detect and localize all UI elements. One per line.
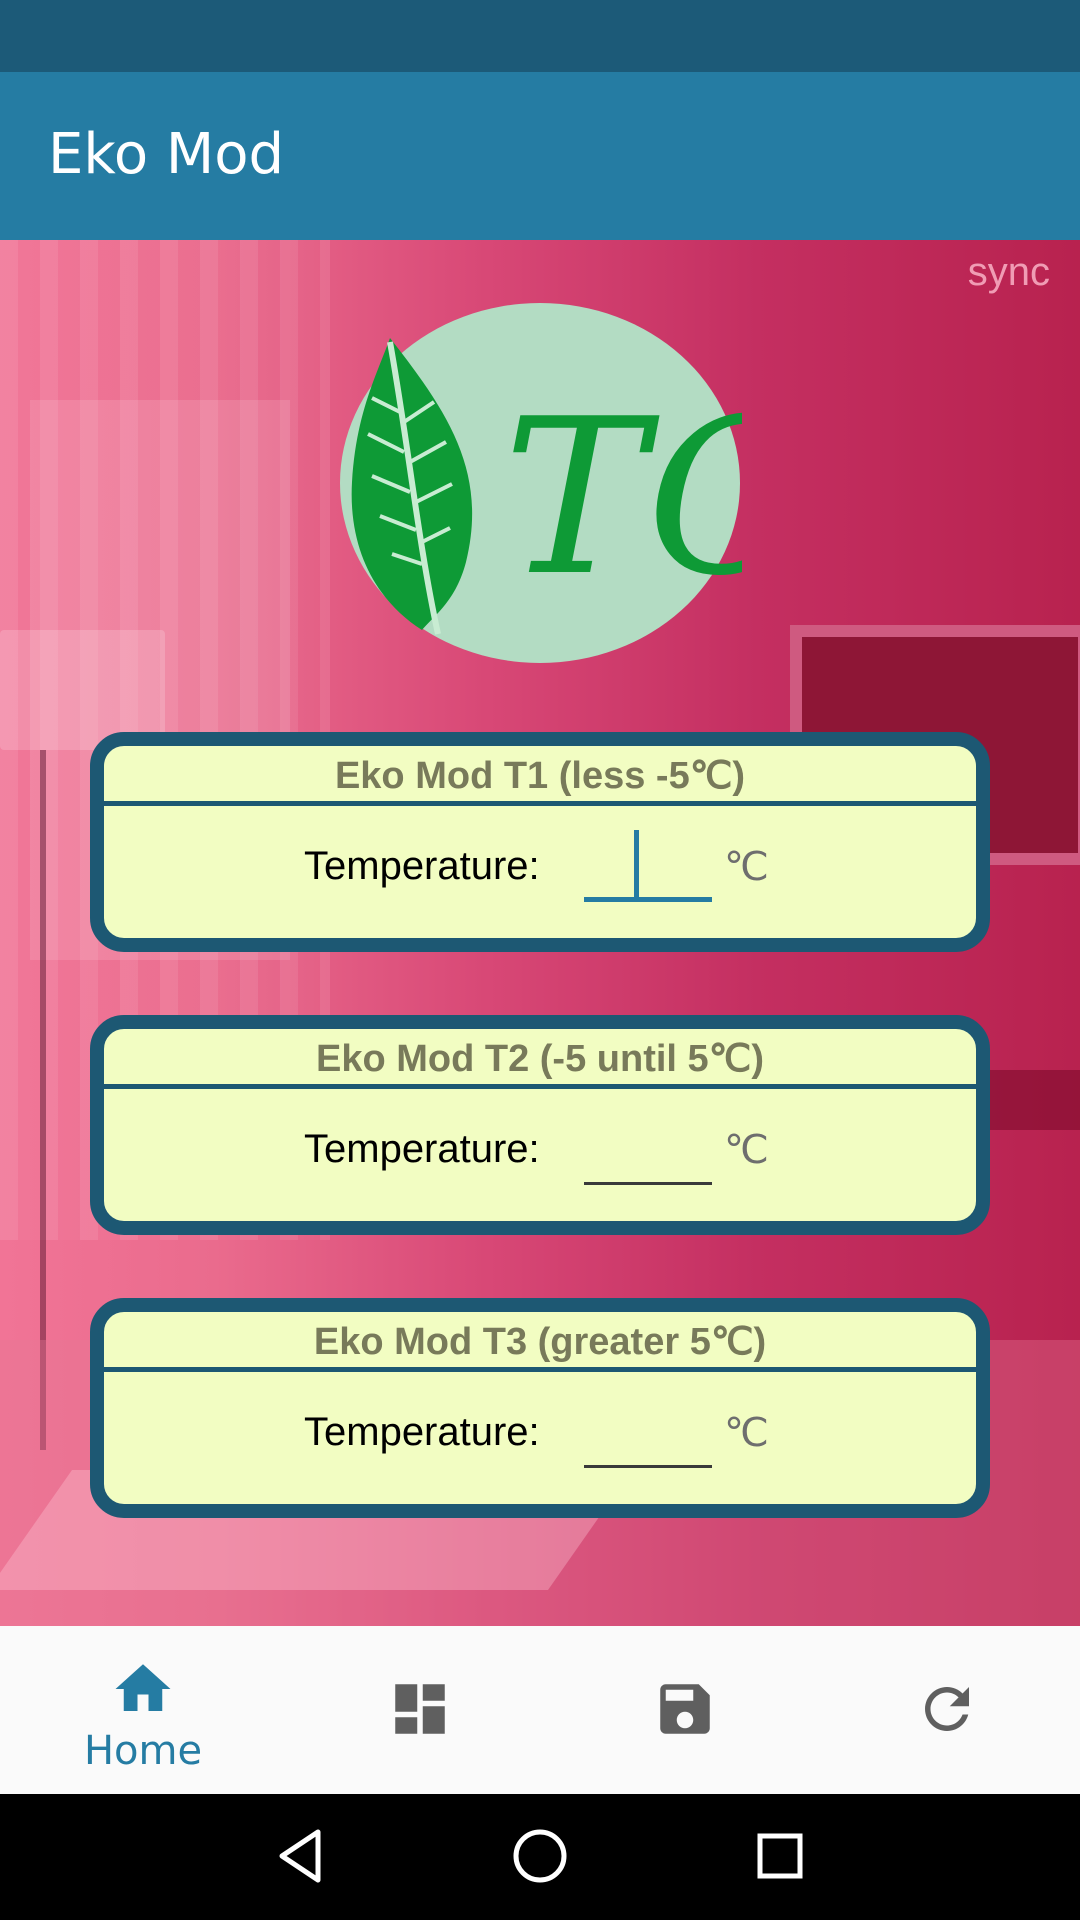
temperature-input-t2[interactable] [584, 1105, 712, 1185]
app-title: Eko Mod [48, 122, 285, 187]
nav-item-save[interactable] [550, 1626, 820, 1794]
unit-label: ℃ [724, 1128, 769, 1172]
card-title: Eko Mod T2 (-5 until 5℃) [104, 1029, 976, 1089]
card-row: Temperature: ℃ [104, 806, 976, 938]
temperature-input-t1[interactable] [584, 822, 712, 902]
sync-button[interactable]: sync [968, 250, 1050, 295]
nav-item-dashboard[interactable] [285, 1626, 555, 1794]
nav-item-refresh[interactable] [812, 1626, 1080, 1794]
nav-item-home[interactable]: Home [8, 1626, 278, 1794]
system-navigation-bar [0, 1794, 1080, 1920]
temperature-label: Temperature: [304, 1410, 540, 1454]
back-icon[interactable] [268, 1824, 332, 1888]
unit-label: ℃ [724, 1411, 769, 1455]
mode-card-t2: Eko Mod T2 (-5 until 5℃) Temperature: ℃ [90, 1015, 990, 1235]
text-cursor [634, 830, 639, 902]
bottom-navigation: Home [0, 1626, 1080, 1794]
dashboard-icon [395, 1684, 445, 1734]
temperature-label: Temperature: [304, 1127, 540, 1171]
temperature-label: Temperature: [304, 844, 540, 888]
card-row: Temperature: ℃ [104, 1089, 976, 1221]
recents-icon[interactable] [748, 1824, 812, 1888]
logo-text: TO [503, 372, 742, 623]
card-title: Eko Mod T3 (greater 5℃) [104, 1312, 976, 1372]
save-icon [660, 1684, 710, 1734]
app-logo: TO [340, 303, 742, 663]
mode-card-t1: Eko Mod T1 (less -5℃) Temperature: ℃ [90, 732, 990, 952]
refresh-icon [925, 1687, 969, 1731]
status-bar [0, 0, 1080, 72]
card-row: Temperature: ℃ [104, 1372, 976, 1504]
app-bar: Eko Mod [0, 72, 1080, 240]
home-system-icon[interactable] [508, 1824, 572, 1888]
temperature-input-t3[interactable] [584, 1388, 712, 1468]
card-title: Eko Mod T1 (less -5℃) [104, 746, 976, 806]
home-icon [115, 1664, 171, 1711]
mode-card-t3: Eko Mod T3 (greater 5℃) Temperature: ℃ [90, 1298, 990, 1518]
unit-label: ℃ [724, 845, 769, 889]
nav-label-home: Home [83, 1728, 203, 1774]
